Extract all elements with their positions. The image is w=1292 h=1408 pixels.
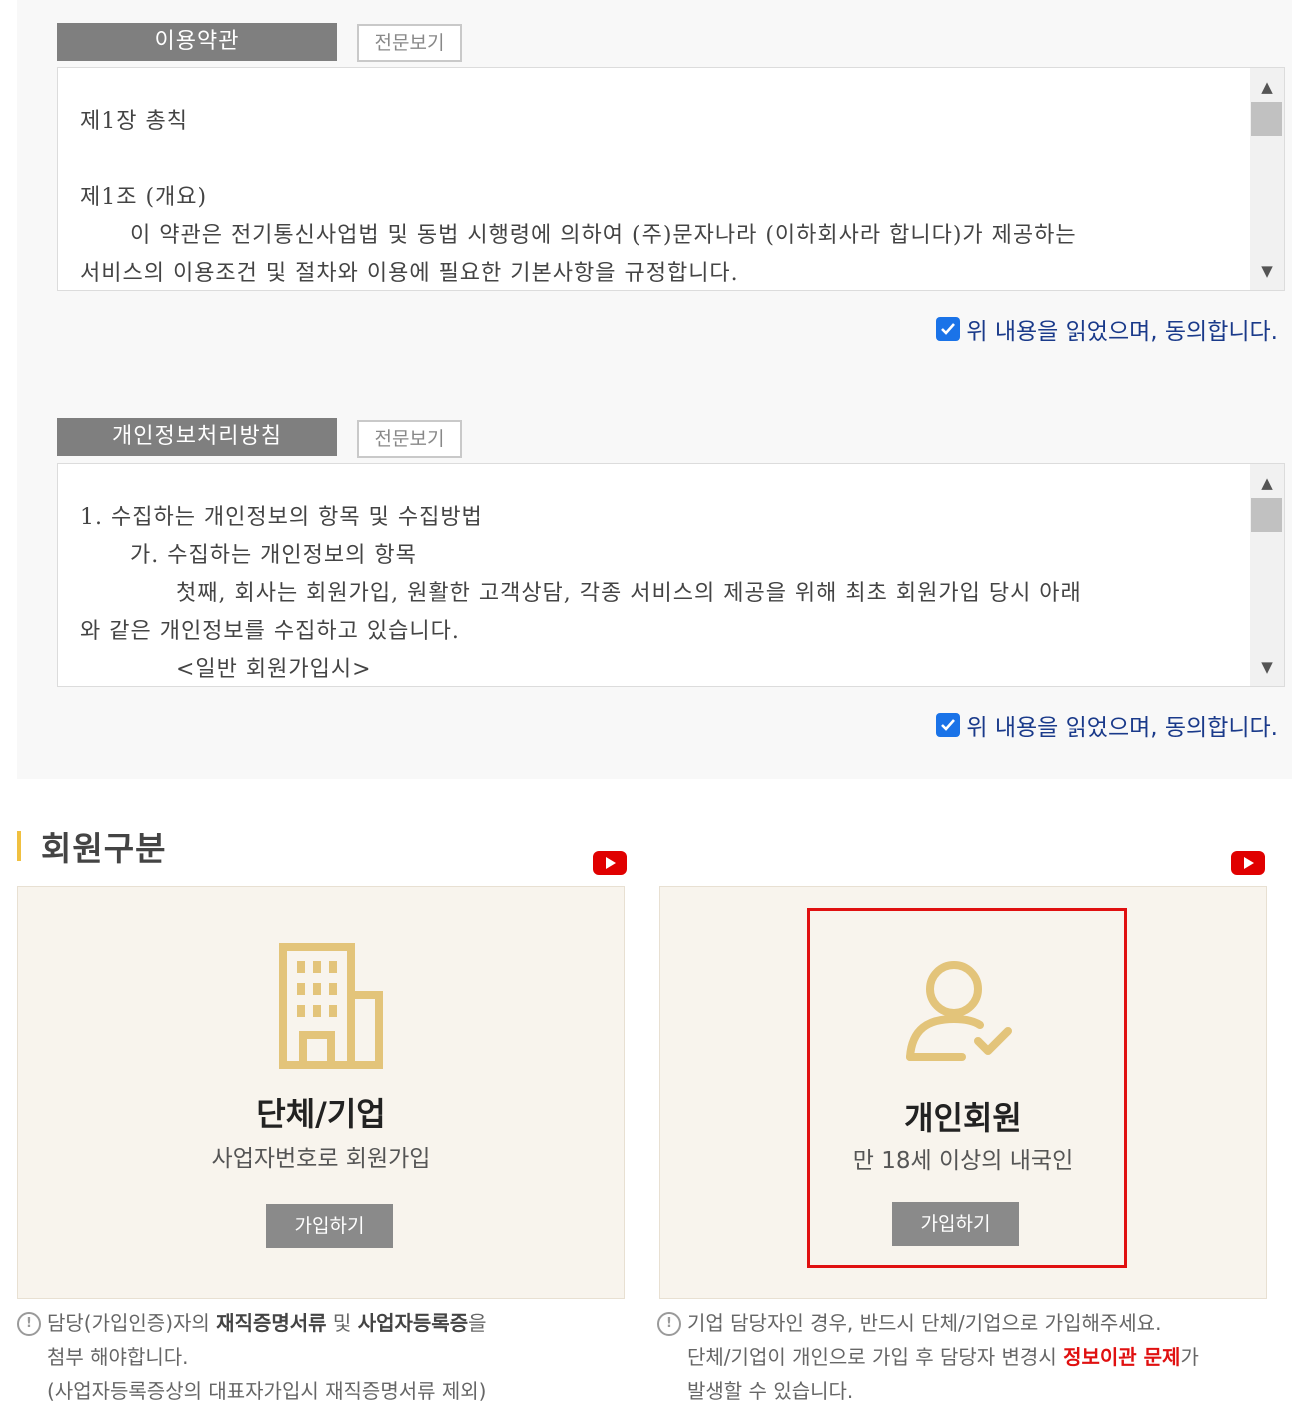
note-individual: ! 기업 담당자인 경우, 반드시 단체/기업으로 가입해주세요. 단체/기업이… — [657, 1306, 1199, 1408]
join-company-button[interactable]: 가입하기 — [266, 1204, 393, 1248]
building-icon — [279, 943, 383, 1069]
privacy-agree-checkbox[interactable] — [936, 713, 961, 737]
check-icon — [941, 719, 956, 731]
privacy-line: 1. 수집하는 개인정보의 항목 및 수집방법 — [80, 505, 483, 530]
scroll-thumb[interactable] — [1251, 498, 1282, 532]
member-type-title: 회원구분 — [41, 829, 167, 868]
terms-line: 이 약관은 전기통신사업법 및 동법 시행령에 의하여 (주)문자나라 (이하회… — [130, 223, 1077, 248]
selection-highlight — [807, 908, 1127, 1268]
youtube-icon[interactable] — [593, 851, 627, 875]
terms-title: 이용약관 — [57, 23, 337, 61]
terms-agree-label[interactable]: 위 내용을 읽었으며, 동의합니다. — [966, 312, 1278, 346]
privacy-title: 개인정보처리방침 — [57, 418, 337, 456]
note-line: 담당(가입인증)자의 재직증명서류 및 사업자등록증을 — [47, 1311, 487, 1335]
privacy-line: 첫째, 회사는 회원가입, 원활한 고객상담, 각종 서비스의 제공을 위해 최… — [176, 581, 1082, 606]
note-line: 첨부 해야합니다. — [47, 1345, 189, 1369]
privacy-view-full-button[interactable]: 전문보기 — [357, 420, 462, 458]
terms-agree-checkbox[interactable] — [936, 317, 961, 341]
note-line: 발생할 수 있습니다. — [687, 1379, 854, 1403]
privacy-agree-label[interactable]: 위 내용을 읽었으며, 동의합니다. — [966, 708, 1278, 742]
card-company[interactable]: 단체/기업 사업자번호로 회원가입 가입하기 — [17, 886, 625, 1299]
scroll-up-arrow-icon[interactable]: ▲ — [1250, 468, 1284, 498]
card-subtitle: 사업자번호로 회원가입 — [211, 1146, 431, 1172]
terms-line: 서비스의 이용조건 및 절차와 이용에 필요한 기본사항을 규정합니다. — [80, 261, 739, 286]
scroll-thumb[interactable] — [1251, 102, 1282, 136]
terms-line: 제1장 총칙 — [80, 109, 188, 134]
privacy-line: 와 같은 개인정보를 수집하고 있습니다. — [80, 619, 460, 644]
scroll-up-arrow-icon[interactable]: ▲ — [1250, 72, 1284, 102]
privacy-scrollbar[interactable]: ▲ ▼ — [1250, 464, 1284, 686]
info-icon: ! — [657, 1312, 681, 1336]
member-type-header: 회원구분 — [17, 826, 166, 868]
note-company: ! 담당(가입인증)자의 재직증명서류 및 사업자등록증을 첨부 해야합니다. … — [17, 1306, 487, 1408]
terms-area: 이용약관 전문보기 제1장 총칙 제1조 (개요) 이 약관은 전기통신사업법 … — [17, 0, 1292, 779]
privacy-line: <일반 회원가입시> — [176, 657, 372, 682]
terms-line: 제1조 (개요) — [80, 185, 208, 210]
privacy-textbox[interactable]: 1. 수집하는 개인정보의 항목 및 수집방법 가. 수집하는 개인정보의 항목… — [57, 463, 1285, 687]
section-marker — [17, 831, 21, 861]
terms-textbox[interactable]: 제1장 총칙 제1조 (개요) 이 약관은 전기통신사업법 및 동법 시행령에 … — [57, 67, 1285, 291]
youtube-icon[interactable] — [1231, 851, 1265, 875]
check-icon — [941, 323, 956, 335]
terms-view-full-button[interactable]: 전문보기 — [357, 24, 462, 62]
terms-scrollbar[interactable]: ▲ ▼ — [1250, 68, 1284, 290]
terms-content: 제1장 총칙 제1조 (개요) 이 약관은 전기통신사업법 및 동법 시행령에 … — [80, 68, 1234, 290]
scroll-down-arrow-icon[interactable]: ▼ — [1250, 652, 1284, 682]
privacy-line: 가. 수집하는 개인정보의 항목 — [130, 543, 417, 568]
privacy-content: 1. 수집하는 개인정보의 항목 및 수집방법 가. 수집하는 개인정보의 항목… — [80, 464, 1242, 686]
card-title: 단체/기업 — [256, 1095, 386, 1133]
privacy-agree[interactable]: 위 내용을 읽었으며, 동의합니다. — [936, 708, 1278, 742]
note-line: 기업 담당자인 경우, 반드시 단체/기업으로 가입해주세요. — [687, 1311, 1162, 1335]
info-icon: ! — [17, 1312, 41, 1336]
note-line: 단체/기업이 개인으로 가입 후 담당자 변경시 정보이관 문제가 — [687, 1345, 1199, 1369]
terms-agree[interactable]: 위 내용을 읽었으며, 동의합니다. — [936, 312, 1278, 346]
note-line: (사업자등록증상의 대표자가입시 재직증명서류 제외) — [47, 1379, 487, 1403]
scroll-down-arrow-icon[interactable]: ▼ — [1250, 256, 1284, 286]
